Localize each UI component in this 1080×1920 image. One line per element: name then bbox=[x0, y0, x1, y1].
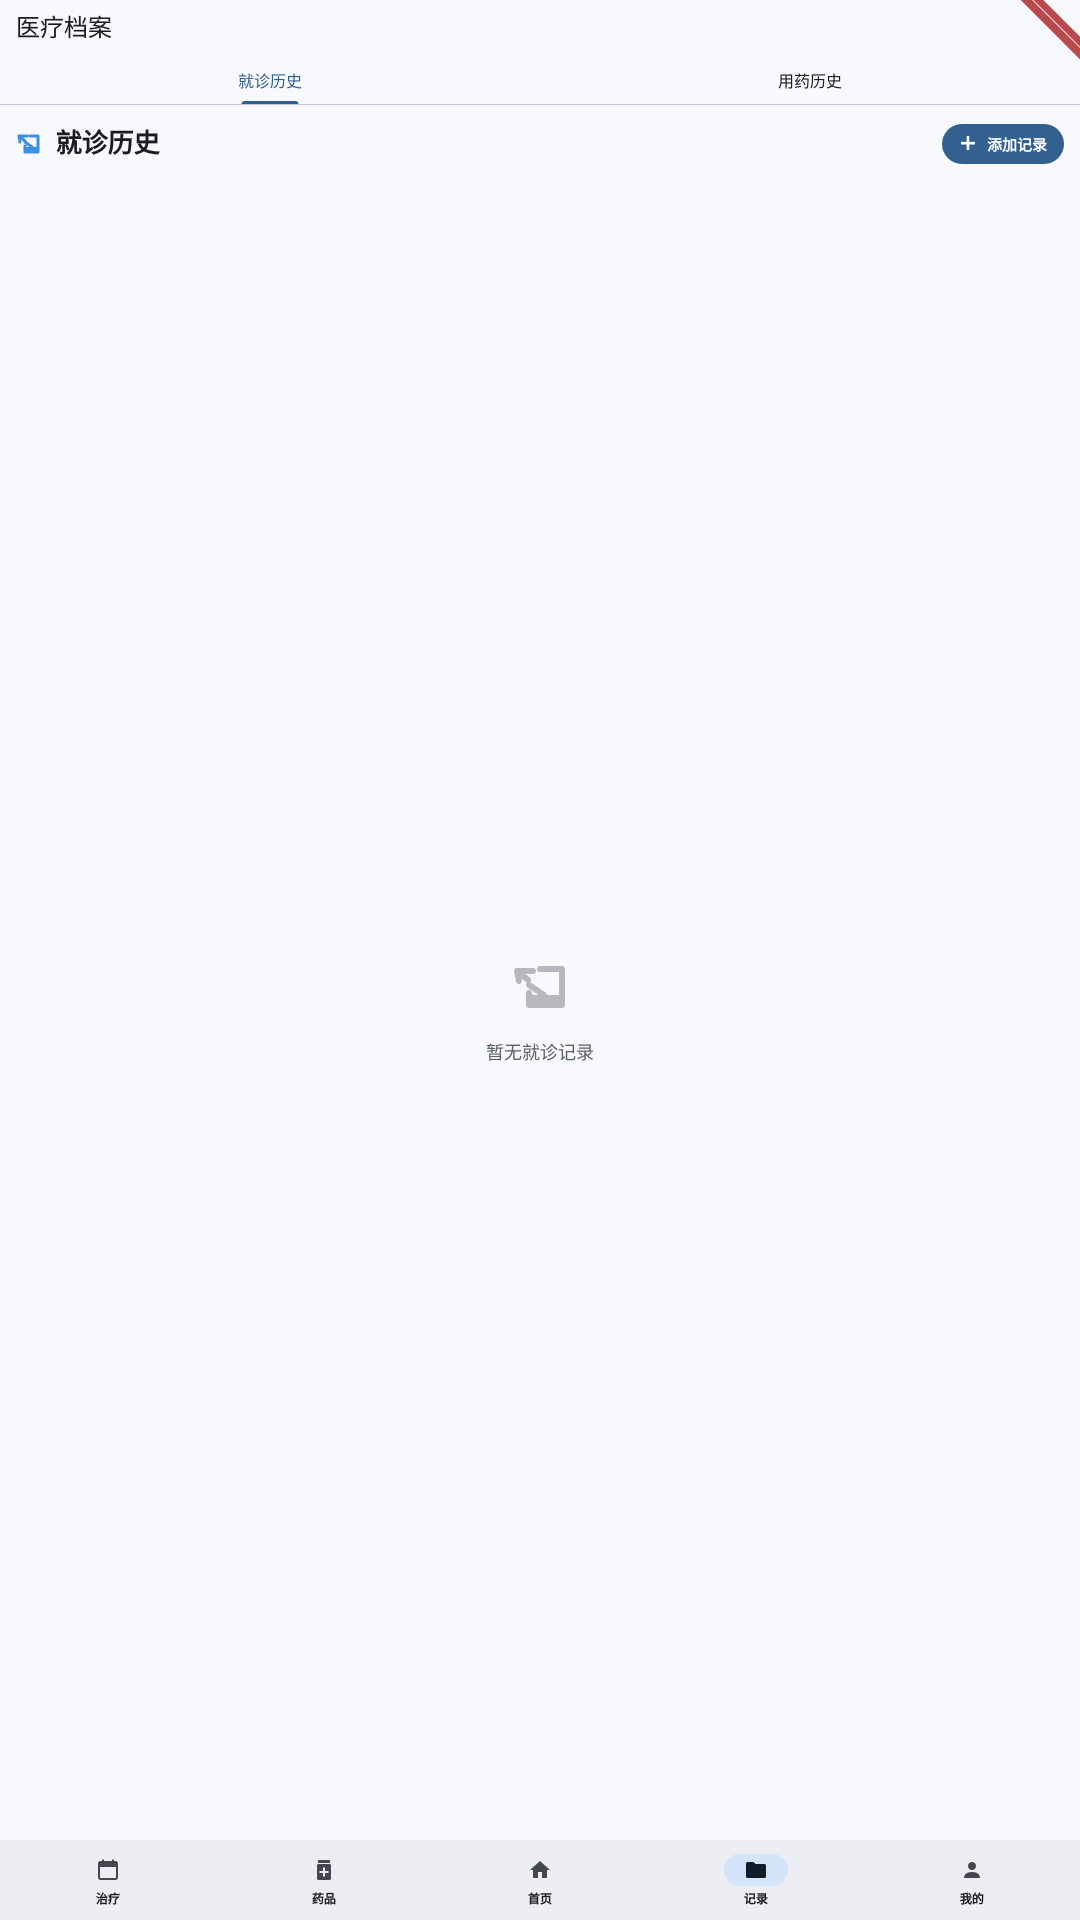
nav-item-home-label: 首页 bbox=[527, 1892, 552, 1906]
medication-icon bbox=[317, 1860, 331, 1880]
section-title: 就诊历史 bbox=[56, 129, 161, 159]
nav-item-home-pill bbox=[508, 1854, 572, 1886]
add-record-label: 添加记录 bbox=[987, 135, 1048, 154]
section-header: 就诊历史 + 添加记录 bbox=[16, 122, 1064, 166]
calendar-icon bbox=[98, 1859, 118, 1880]
app-root: 医疗档案 就诊历史 用药历史 就诊历史 + 添加记录 暂无就诊记录 治疗 药品 … bbox=[0, 0, 1080, 1920]
folder-icon bbox=[746, 1862, 766, 1878]
nav-item-profile[interactable]: 我的 bbox=[864, 1840, 1080, 1920]
tab-visit-history[interactable]: 就诊历史 bbox=[0, 56, 540, 104]
visit-record-icon bbox=[17, 134, 40, 154]
page-title: 医疗档案 bbox=[16, 14, 112, 42]
nav-item-treatment-pill bbox=[76, 1854, 140, 1886]
person-icon bbox=[964, 1862, 980, 1878]
nav-item-profile-pill bbox=[940, 1854, 1004, 1886]
bottom-nav: 治疗 药品 首页 记录 我的 bbox=[0, 1840, 1080, 1920]
nav-item-records-pill bbox=[724, 1854, 788, 1886]
nav-item-treatment-label: 治疗 bbox=[95, 1892, 120, 1906]
debug-banner bbox=[1020, 0, 1080, 60]
plus-icon: + bbox=[958, 131, 978, 156]
nav-item-profile-label: 我的 bbox=[959, 1892, 984, 1906]
empty-state: 暂无就诊记录 bbox=[0, 965, 1080, 1065]
tab-bar: 就诊历史 用药历史 bbox=[0, 56, 1080, 105]
add-record-button[interactable]: + 添加记录 bbox=[942, 124, 1064, 164]
app-bar: 医疗档案 bbox=[0, 0, 1080, 60]
tab-medication-history[interactable]: 用药历史 bbox=[540, 56, 1080, 104]
nav-item-medicine[interactable]: 药品 bbox=[216, 1840, 432, 1920]
nav-item-medicine-label: 药品 bbox=[311, 1892, 336, 1906]
tab-medication-history-label: 用药历史 bbox=[777, 72, 842, 91]
nav-item-home[interactable]: 首页 bbox=[432, 1840, 648, 1920]
visit-record-icon bbox=[514, 966, 565, 1008]
tab-indicator bbox=[241, 101, 299, 104]
nav-item-records[interactable]: 记录 bbox=[648, 1840, 864, 1920]
tab-visit-history-label: 就诊历史 bbox=[237, 72, 302, 91]
empty-state-text: 暂无就诊记录 bbox=[486, 1043, 594, 1064]
nav-item-treatment[interactable]: 治疗 bbox=[0, 1840, 216, 1920]
nav-item-medicine-pill bbox=[292, 1854, 356, 1886]
home-icon bbox=[530, 1861, 550, 1878]
nav-item-records-label: 记录 bbox=[743, 1892, 768, 1906]
debug-banner-band bbox=[1020, 0, 1080, 60]
